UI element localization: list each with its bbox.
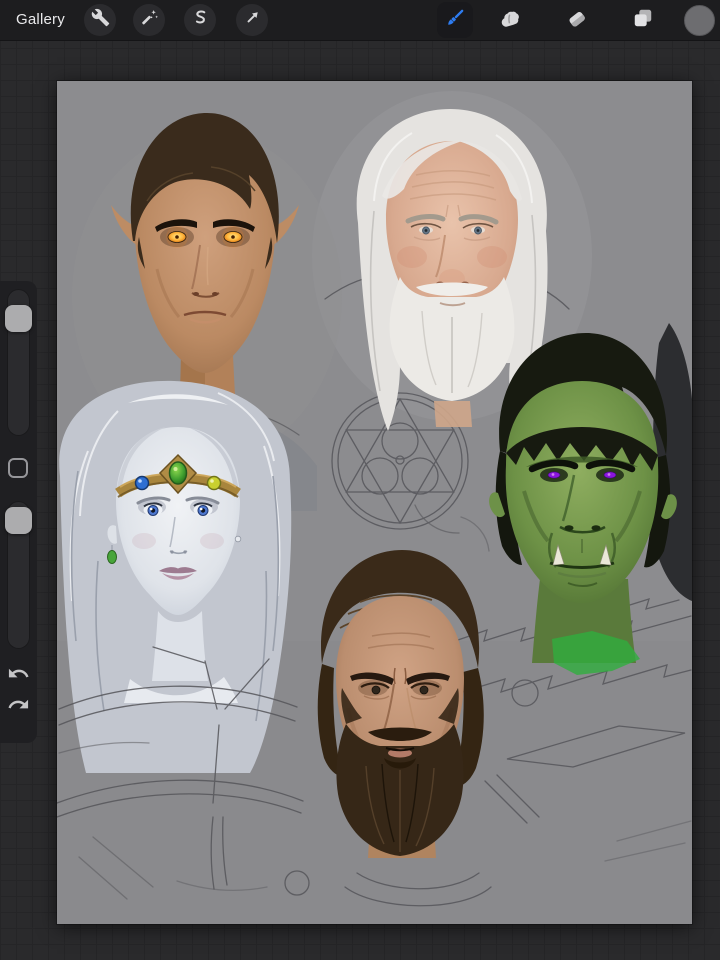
transform-button[interactable] — [236, 4, 268, 36]
adjustments-button[interactable] — [133, 4, 165, 36]
erase-button[interactable] — [564, 7, 590, 33]
brush-sidebar — [0, 281, 37, 743]
artwork-canvas[interactable] — [57, 81, 692, 924]
smudge-finger-icon — [497, 5, 523, 36]
layers-icon — [630, 5, 656, 36]
actions-button[interactable] — [84, 4, 116, 36]
color-swatch-circle[interactable] — [684, 5, 715, 36]
selection-button[interactable] — [184, 4, 216, 36]
redo-button[interactable] — [6, 694, 31, 719]
undo-icon — [7, 662, 30, 690]
eraser-icon — [564, 5, 590, 36]
redo-icon — [7, 693, 30, 721]
artwork — [57, 81, 692, 924]
transform-arrow-icon — [243, 8, 262, 32]
top-toolbar: Gallery — [0, 0, 720, 41]
paint-button[interactable] — [442, 7, 468, 33]
selection-s-icon — [191, 8, 210, 32]
magic-wand-icon — [140, 8, 159, 32]
brush-size-handle[interactable] — [5, 305, 32, 332]
gallery-button[interactable]: Gallery — [16, 0, 65, 40]
elf-woman-portrait — [59, 381, 291, 773]
smudge-button[interactable] — [497, 7, 523, 33]
opacity-handle[interactable] — [5, 507, 32, 534]
wrench-icon — [91, 8, 110, 32]
procreate-app: Gallery — [0, 0, 720, 960]
undo-button[interactable] — [6, 663, 31, 688]
layers-button[interactable] — [630, 7, 656, 33]
modify-button[interactable] — [8, 458, 28, 478]
paintbrush-icon — [442, 5, 468, 36]
